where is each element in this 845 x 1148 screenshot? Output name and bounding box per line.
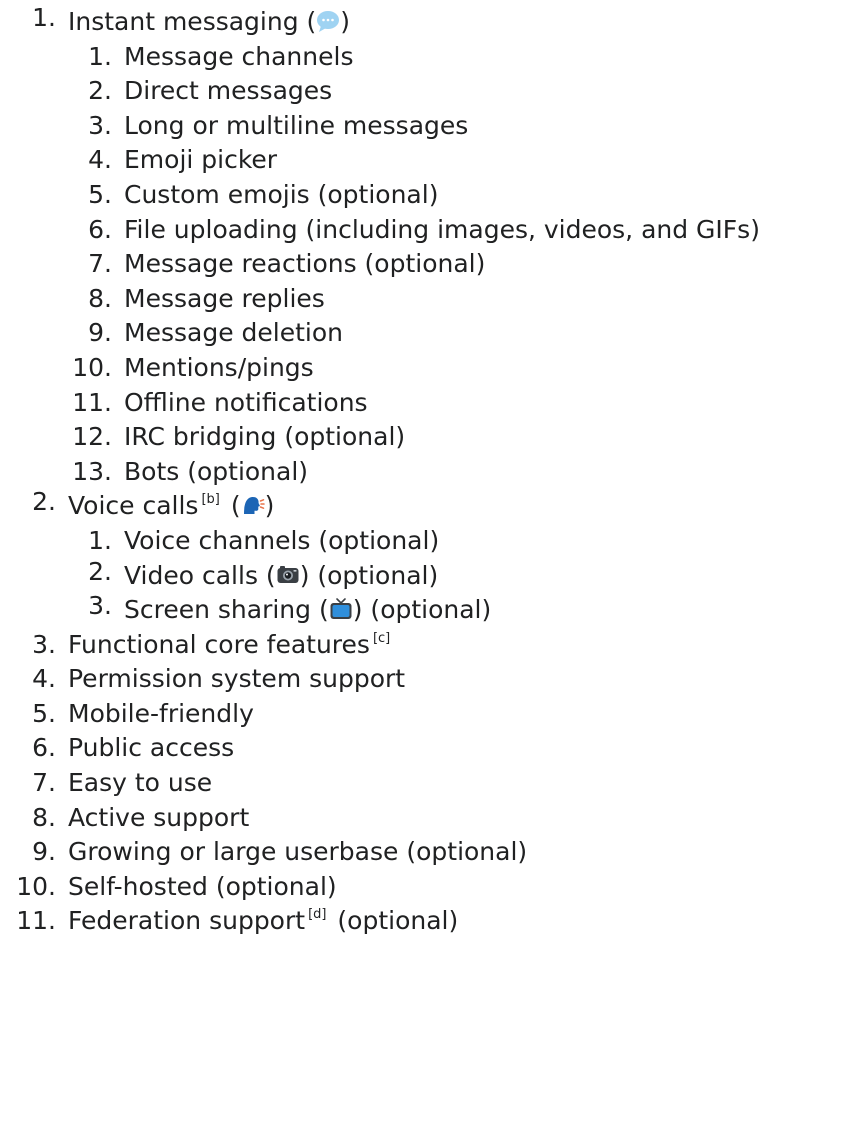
list-item-self-hosted: 10. Self-hosted (optional)	[0, 870, 845, 905]
list-item-text: Active support	[68, 802, 250, 832]
footnote-ref-d[interactable]: [d]	[308, 907, 326, 922]
list-item-text: Video calls (	[124, 560, 276, 590]
list-item-emoji-picker: 4. Emoji picker	[0, 143, 845, 178]
list-item-text: Emoji picker	[124, 145, 278, 175]
list-number: 6.	[32, 733, 56, 763]
list-item-text: Voice channels (optional)	[124, 525, 440, 555]
list-number: 10.	[16, 871, 56, 901]
list-item-text: Long or multiline messages	[124, 110, 469, 140]
list-item-federation: 11. Federation support [d] (optional)	[0, 904, 845, 939]
list-number: 11.	[16, 906, 56, 936]
list-item-text-tail: ) (optional)	[299, 560, 439, 590]
list-item-message-channels: 1. Message channels	[0, 40, 845, 75]
list-item-text: Mobile-friendly	[68, 698, 254, 728]
list-item-offline-notifications: 11. Offline notifications	[0, 386, 845, 421]
list-item-permission-system: 4. Permission system support	[0, 662, 845, 697]
list-item-text: Message deletion	[124, 318, 343, 348]
list-item-direct-messages: 2. Direct messages	[0, 74, 845, 109]
list-number: 11.	[72, 387, 112, 417]
list-item-screen-sharing: 3. Screen sharing ( ) (optional)	[0, 591, 845, 628]
list-item-text: Message replies	[124, 283, 325, 313]
list-item-text-cont: (	[222, 491, 241, 521]
list-item-mobile-friendly: 5. Mobile-friendly	[0, 697, 845, 732]
list-number: 1.	[88, 41, 112, 71]
list-item-text: Public access	[68, 733, 235, 763]
list-item-text: Screen sharing (	[124, 595, 329, 625]
list-number: 8.	[32, 802, 56, 832]
list-number: 2.	[88, 556, 112, 586]
list-number: 1.	[32, 3, 56, 32]
list-number: 7.	[32, 768, 56, 798]
list-number: 13.	[72, 456, 112, 486]
list-item-text: Permission system support	[68, 664, 406, 694]
list-number: 8.	[88, 283, 112, 313]
list-number: 2.	[32, 487, 56, 517]
list-item-text: Direct messages	[124, 76, 333, 106]
list-item-text: IRC bridging (optional)	[124, 422, 406, 452]
list-item-message-reactions: 7. Message reactions (optional)	[0, 247, 845, 282]
list-number: 10.	[72, 352, 112, 382]
list-item-custom-emojis: 5. Custom emojis (optional)	[0, 178, 845, 213]
list-item-text: Custom emojis (optional)	[124, 179, 439, 209]
list-item-long-messages: 3. Long or multiline messages	[0, 109, 845, 144]
list-number: 12.	[72, 422, 112, 452]
requirements-list: 1. Instant messaging () 1. Message chann…	[0, 3, 845, 939]
list-item-text: Easy to use	[68, 768, 213, 798]
list-item-message-deletion: 9. Message deletion	[0, 316, 845, 351]
speaking-head-icon	[241, 493, 265, 517]
list-number: 4.	[32, 664, 56, 694]
list-number: 7.	[88, 249, 112, 279]
list-number: 4.	[88, 145, 112, 175]
list-number: 6.	[88, 214, 112, 244]
list-number: 2.	[88, 76, 112, 106]
list-item-voice-channels: 1. Voice channels (optional)	[0, 524, 845, 559]
list-number: 5.	[32, 698, 56, 728]
footnote-ref-b[interactable]: [b]	[201, 492, 219, 507]
list-item-message-replies: 8. Message replies	[0, 282, 845, 317]
list-number: 5.	[88, 179, 112, 209]
speech-balloon-icon	[316, 9, 340, 33]
list-item-file-uploading: 6. File uploading (including images, vid…	[0, 213, 845, 248]
list-item-text: Instant messaging (	[68, 7, 317, 36]
list-item-text: Growing or large userbase (optional)	[68, 837, 528, 867]
list-item-instant-messaging: 1. Instant messaging ()	[0, 3, 845, 40]
list-item-text-tail: (optional)	[329, 906, 459, 936]
list-item-irc-bridging: 12. IRC bridging (optional)	[0, 420, 845, 455]
list-item-public-access: 6. Public access	[0, 731, 845, 766]
list-item-voice-calls: 2. Voice calls [b] ()	[0, 487, 845, 524]
list-item-active-support: 8. Active support	[0, 801, 845, 836]
list-item-userbase: 9. Growing or large userbase (optional)	[0, 835, 845, 870]
list-item-text: Voice calls	[68, 491, 199, 521]
camera-icon	[276, 563, 300, 587]
list-number: 3.	[88, 591, 112, 621]
list-item-text-tail: )	[264, 491, 275, 521]
list-number: 3.	[32, 629, 56, 659]
television-icon	[329, 597, 353, 621]
list-number: 9.	[32, 837, 56, 867]
list-item-text-tail: ) (optional)	[352, 595, 492, 625]
list-number: 1.	[88, 525, 112, 555]
list-item-text: Self-hosted (optional)	[68, 871, 337, 901]
list-item-text: Bots (optional)	[124, 456, 309, 486]
list-item-core-features: 3. Functional core features [c]	[0, 628, 845, 663]
list-item-text: File uploading (including images, videos…	[124, 214, 760, 244]
list-item-easy-to-use: 7. Easy to use	[0, 766, 845, 801]
list-item-text: Message channels	[124, 41, 354, 71]
footnote-ref-c[interactable]: [c]	[373, 631, 390, 646]
list-item-text: Message reactions (optional)	[124, 249, 486, 279]
list-item-text: Mentions/pings	[124, 352, 314, 382]
list-item-bots: 13. Bots (optional)	[0, 455, 845, 490]
list-number: 3.	[88, 110, 112, 140]
list-item-text-tail: )	[340, 7, 351, 36]
list-number: 9.	[88, 318, 112, 348]
list-item-video-calls: 2. Video calls ( ) (optional)	[0, 557, 845, 594]
list-item-text: Offline notifications	[124, 387, 368, 417]
list-item-text: Federation support	[68, 906, 306, 936]
list-item-text: Functional core features	[68, 629, 370, 659]
list-item-mentions: 10. Mentions/pings	[0, 351, 845, 386]
